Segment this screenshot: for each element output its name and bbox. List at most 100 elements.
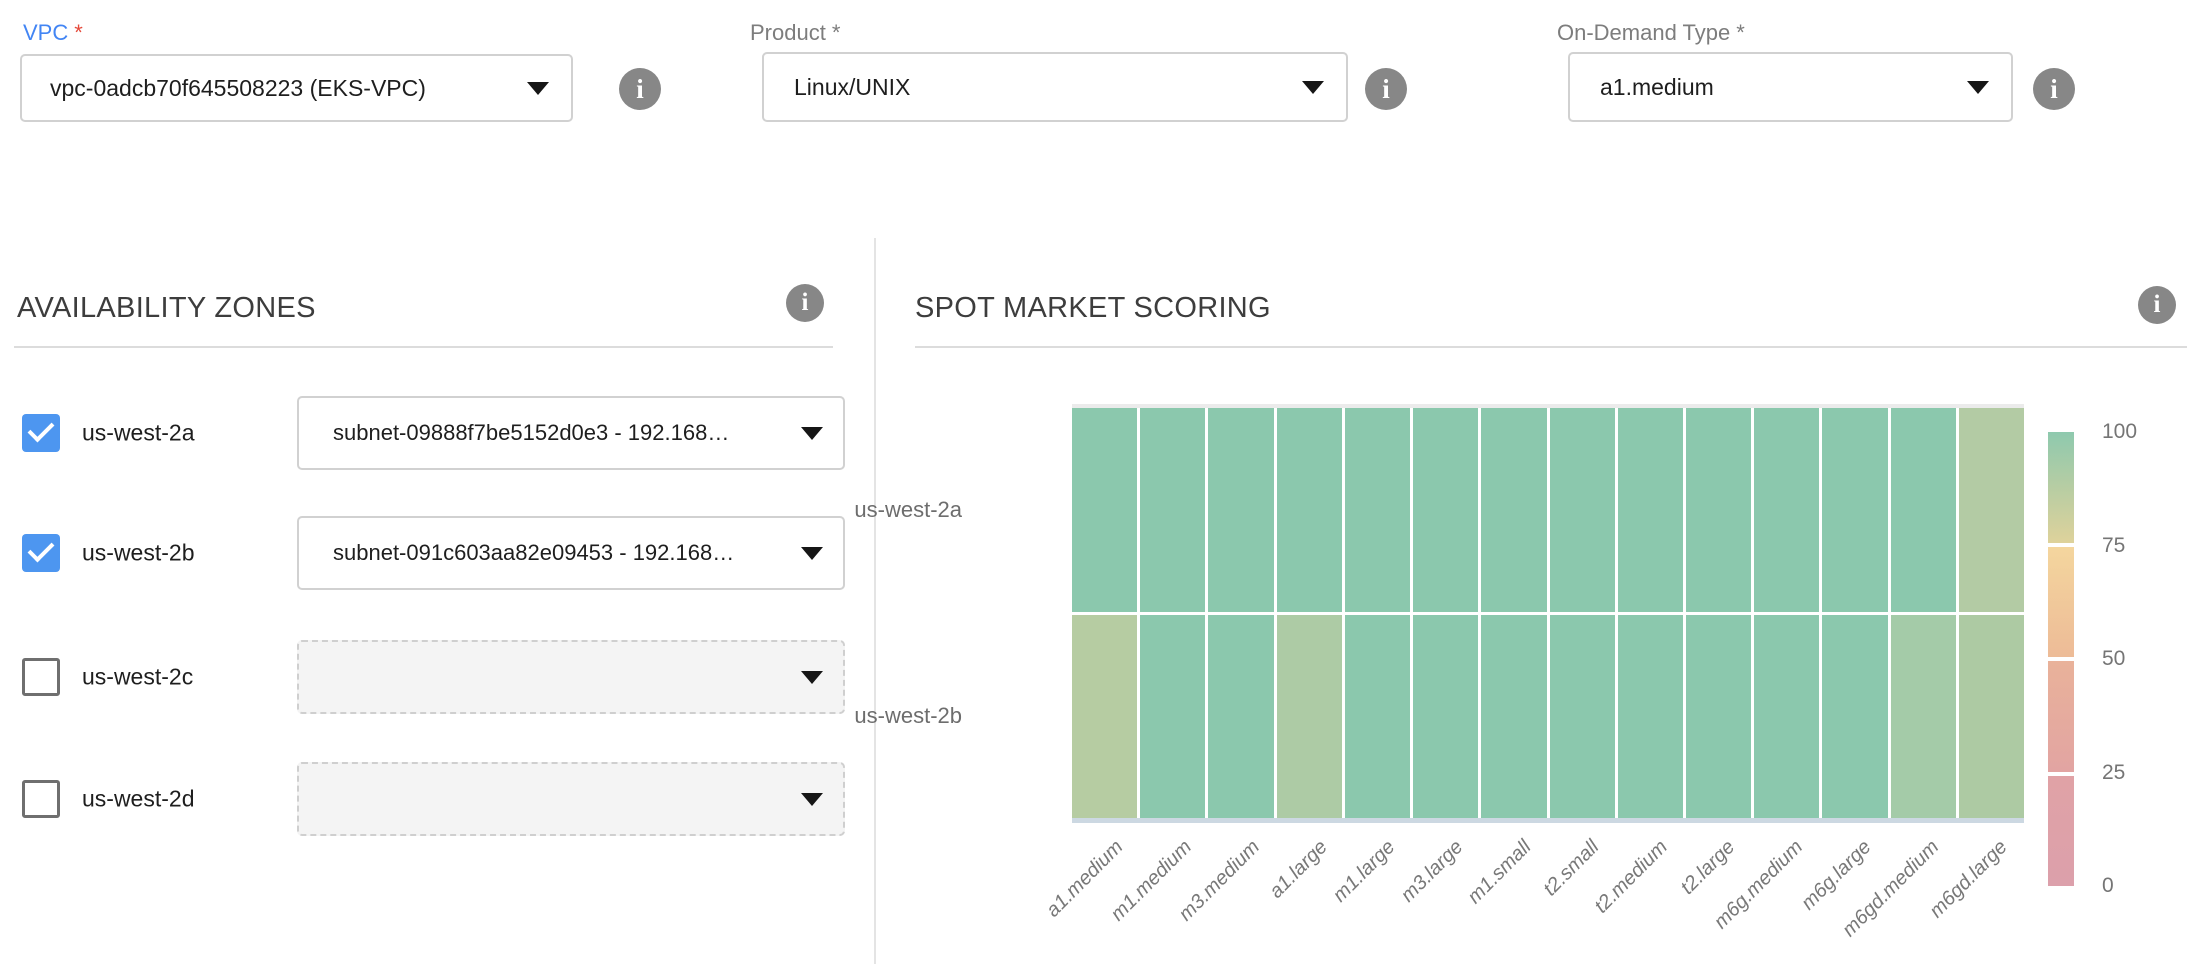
zone-label-us-west-2b: us-west-2b (82, 540, 194, 567)
heatmap-x-label-t2.small: t2.small (1539, 836, 1604, 901)
vpc-label: VPC* (23, 20, 83, 46)
heatmap-cell-us-west-2b-t2.medium (1618, 615, 1683, 819)
heatmap-cell-us-west-2b-m6gd.large (1959, 615, 2024, 819)
heatmap-cell-us-west-2b-m6gd.medium (1891, 615, 1956, 819)
heatmap-cell-us-west-2a-m6gd.large (1959, 408, 2024, 612)
availability-zones-title: AVAILABILITY ZONES (17, 292, 316, 325)
heatmap-cell-us-west-2a-m6g.medium (1754, 408, 1819, 612)
heatmap-x-label-a1.large: a1.large (1265, 836, 1332, 903)
heatmap-x-label-m1.small: m1.small (1463, 836, 1536, 909)
availability-zones-info-icon[interactable]: i (786, 284, 824, 322)
checkbox-us-west-2d[interactable] (22, 780, 60, 818)
product-label-text: Product (750, 20, 826, 45)
heatmap-cell-us-west-2b-a1.large (1277, 615, 1342, 819)
heatmap-cell-us-west-2a-m6gd.medium (1891, 408, 1956, 612)
availability-zones-divider (14, 346, 833, 348)
heatmap-x-label-t2.medium: t2.medium (1590, 836, 1672, 918)
heatmap-cell-us-west-2a-m3.large (1413, 408, 1478, 612)
heatmap-cell-us-west-2b-m1.medium (1140, 615, 1205, 819)
heatmap-cell-us-west-2a-t2.medium (1618, 408, 1683, 612)
chevron-down-icon (527, 82, 549, 95)
on-demand-type-select[interactable]: a1.medium (1568, 52, 2013, 122)
checkbox-us-west-2b[interactable] (22, 534, 60, 572)
zone-label-us-west-2a: us-west-2a (82, 420, 194, 447)
heatmap-cell-us-west-2b-m6g.medium (1754, 615, 1819, 819)
product-select[interactable]: Linux/UNIX (762, 52, 1348, 122)
heatmap-legend-colorbar (2048, 432, 2074, 886)
subnet-select-us-west-2d[interactable] (297, 762, 845, 836)
az-row-us-west-2a: us-west-2a subnet-09888f7be5152d0e3 - 192… (0, 396, 845, 470)
on-demand-type-select-value: a1.medium (1600, 74, 1951, 101)
checkbox-us-west-2c[interactable] (22, 658, 60, 696)
section-vertical-divider (874, 238, 876, 964)
chevron-down-icon (801, 793, 823, 806)
legend-segment-100-75 (2048, 432, 2074, 543)
heatmap-cell-us-west-2b-t2.small (1550, 615, 1615, 819)
legend-tick-100: 100 (2102, 419, 2137, 445)
on-demand-type-label: On-Demand Type* (1557, 20, 1745, 46)
heatmap-cell-us-west-2b-m1.small (1481, 615, 1546, 819)
subnet-select-value-us-west-2a: subnet-09888f7be5152d0e3 - 192.168… (333, 420, 785, 446)
heatmap-y-label-us-west-2a: us-west-2a (822, 497, 962, 523)
heatmap-cell-us-west-2b-m3.large (1413, 615, 1478, 819)
heatmap-cell-us-west-2a-a1.large (1277, 408, 1342, 612)
vpc-label-text: VPC (23, 20, 68, 45)
legend-segment-25-0 (2048, 776, 2074, 887)
zone-label-us-west-2d: us-west-2d (82, 786, 194, 813)
chevron-down-icon (801, 547, 823, 560)
heatmap-cell-us-west-2a-m3.medium (1208, 408, 1273, 612)
vpc-select-value: vpc-0adcb70f645508223 (EKS-VPC) (50, 75, 511, 102)
legend-segment-50-25 (2048, 661, 2074, 772)
heatmap-cell-us-west-2a-a1.medium (1072, 408, 1137, 612)
heatmap-cell-us-west-2a-m1.medium (1140, 408, 1205, 612)
product-info-icon[interactable]: i (1365, 68, 1407, 110)
chevron-down-icon (1302, 81, 1324, 94)
product-select-value: Linux/UNIX (794, 74, 1286, 101)
legend-tick-75: 75 (2102, 533, 2125, 559)
chevron-down-icon (801, 671, 823, 684)
az-row-us-west-2c: us-west-2c (0, 640, 845, 714)
heatmap-x-label-m3.large: m3.large (1397, 836, 1468, 907)
subnet-select-us-west-2c[interactable] (297, 640, 845, 714)
checkbox-us-west-2a[interactable] (22, 414, 60, 452)
on-demand-type-required-mark: * (1736, 20, 1745, 45)
spot-market-scoring-divider (915, 346, 2187, 348)
az-row-us-west-2b: us-west-2b subnet-091c603aa82e09453 - 192… (0, 516, 845, 590)
legend-tick-50: 50 (2102, 646, 2125, 672)
subnet-select-value-us-west-2b: subnet-091c603aa82e09453 - 192.168… (333, 540, 785, 566)
subnet-select-us-west-2b[interactable]: subnet-091c603aa82e09453 - 192.168… (297, 516, 845, 590)
page: VPC* vpc-0adcb70f645508223 (EKS-VPC) i P… (0, 0, 2196, 964)
heatmap-y-label-us-west-2b: us-west-2b (822, 703, 962, 729)
chevron-down-icon (1967, 81, 1989, 94)
heatmap-baseline (1072, 818, 2024, 823)
az-row-us-west-2d: us-west-2d (0, 762, 845, 836)
legend-segment-75-50 (2048, 547, 2074, 658)
heatmap-x-label-m1.large: m1.large (1329, 836, 1400, 907)
vpc-info-icon[interactable]: i (619, 68, 661, 110)
heatmap-cell-us-west-2a-t2.small (1550, 408, 1615, 612)
heatmap-cell-us-west-2b-m6g.large (1822, 615, 1887, 819)
heatmap-cell-us-west-2a-m6g.large (1822, 408, 1887, 612)
spot-market-scoring-title: SPOT MARKET SCORING (915, 292, 1271, 325)
heatmap-cell-us-west-2a-m1.large (1345, 408, 1410, 612)
heatmap-cell-us-west-2b-m3.medium (1208, 615, 1273, 819)
legend-tick-0: 0 (2102, 873, 2114, 899)
heatmap-cell-us-west-2a-t2.large (1686, 408, 1751, 612)
heatmap-cell-us-west-2b-a1.medium (1072, 615, 1137, 819)
heatmap-grid (1072, 408, 2024, 818)
vpc-required-mark: * (74, 20, 83, 45)
on-demand-type-label-text: On-Demand Type (1557, 20, 1730, 45)
heatmap-cell-us-west-2b-t2.large (1686, 615, 1751, 819)
vpc-select[interactable]: vpc-0adcb70f645508223 (EKS-VPC) (20, 54, 573, 122)
legend-tick-25: 25 (2102, 760, 2125, 786)
zone-label-us-west-2c: us-west-2c (82, 664, 193, 691)
subnet-select-us-west-2a[interactable]: subnet-09888f7be5152d0e3 - 192.168… (297, 396, 845, 470)
spot-market-scoring-info-icon[interactable]: i (2138, 286, 2176, 324)
chevron-down-icon (801, 427, 823, 440)
heatmap-cell-us-west-2a-m1.small (1481, 408, 1546, 612)
on-demand-type-info-icon[interactable]: i (2033, 68, 2075, 110)
heatmap-cell-us-west-2b-m1.large (1345, 615, 1410, 819)
product-required-mark: * (832, 20, 841, 45)
product-label: Product* (750, 20, 840, 46)
heatmap-x-label-t2.large: t2.large (1677, 836, 1740, 899)
